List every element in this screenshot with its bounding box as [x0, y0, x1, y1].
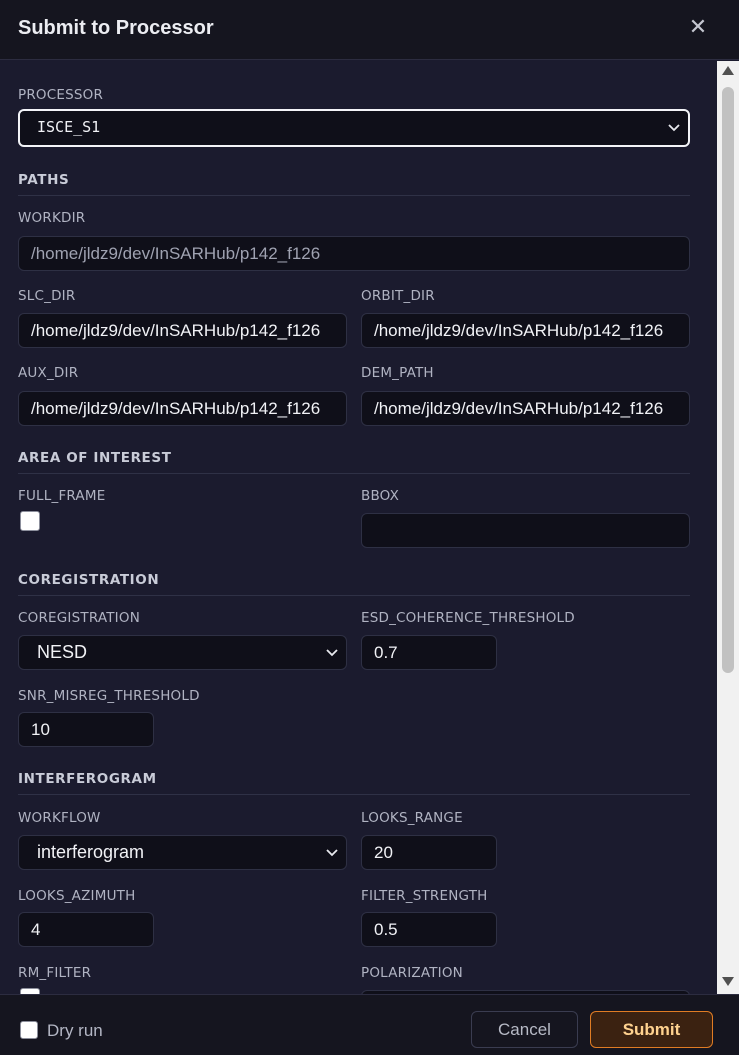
looks-azimuth-label: LOOKS_AZIMUTH [18, 888, 136, 904]
scrollbar[interactable] [717, 61, 739, 994]
section-divider [18, 794, 690, 795]
full-frame-checkbox[interactable] [20, 511, 40, 531]
workflow-select[interactable]: interferogram [18, 835, 347, 870]
workflow-select-value: interferogram [37, 842, 145, 862]
scroll-down-icon[interactable] [722, 977, 734, 986]
dry-run-checkbox[interactable] [20, 1021, 38, 1039]
chevron-down-icon [326, 649, 338, 657]
section-paths-heading: PATHS [18, 172, 70, 188]
dry-run-label: Dry run [47, 1021, 103, 1040]
scrollbar-thumb[interactable] [722, 87, 734, 673]
processor-label: PROCESSOR [18, 87, 104, 103]
coregistration-select[interactable]: NESD [18, 635, 347, 670]
aux-dir-label: AUX_DIR [18, 365, 79, 381]
bbox-input[interactable] [361, 513, 690, 548]
esd-coherence-label: ESD_COHERENCE_THRESHOLD [361, 610, 575, 626]
dem-path-label: DEM_PATH [361, 365, 434, 381]
chevron-down-icon [668, 124, 680, 132]
section-ifg-heading: INTERFEROGRAM [18, 771, 157, 787]
submit-button[interactable]: Submit [590, 1011, 713, 1048]
processor-select[interactable]: ISCE_S1 [18, 109, 690, 147]
chevron-down-icon [326, 849, 338, 857]
section-coreg-heading: COREGISTRATION [18, 572, 160, 588]
section-aoi-heading: AREA OF INTEREST [18, 450, 172, 466]
close-icon[interactable]: ✕ [686, 14, 710, 42]
filter-strength-label: FILTER_STRENGTH [361, 888, 488, 904]
slc-dir-input[interactable]: /home/jldz9/dev/InSARHub/p142_f126 [18, 313, 347, 348]
section-divider [18, 195, 690, 196]
dialog-title: Submit to Processor [18, 17, 214, 39]
dialog-header: Submit to Processor ✕ [0, 0, 739, 60]
workdir-input[interactable]: /home/jldz9/dev/InSARHub/p142_f126 [18, 236, 690, 271]
dem-path-input[interactable]: /home/jldz9/dev/InSARHub/p142_f126 [361, 391, 690, 426]
looks-range-input[interactable]: 20 [361, 835, 497, 870]
dialog-body: PROCESSOR ISCE_S1 PATHS WORKDIR /home/jl… [0, 61, 717, 994]
bbox-label: BBOX [361, 488, 400, 504]
looks-azimuth-input[interactable]: 4 [18, 912, 154, 947]
esd-coherence-input[interactable]: 0.7 [361, 635, 497, 670]
aux-dir-input[interactable]: /home/jldz9/dev/InSARHub/p142_f126 [18, 391, 347, 426]
orbit-dir-label: ORBIT_DIR [361, 288, 435, 304]
coregistration-label: COREGISTRATION [18, 610, 140, 626]
processor-select-value: ISCE_S1 [37, 118, 101, 136]
looks-range-label: LOOKS_RANGE [361, 810, 463, 826]
orbit-dir-input[interactable]: /home/jldz9/dev/InSARHub/p142_f126 [361, 313, 690, 348]
filter-strength-input[interactable]: 0.5 [361, 912, 497, 947]
coregistration-select-value: NESD [37, 642, 88, 662]
section-divider [18, 473, 690, 474]
dialog-footer: Dry run Cancel Submit [0, 994, 739, 1055]
section-divider [18, 595, 690, 596]
workflow-label: WORKFLOW [18, 810, 101, 826]
slc-dir-label: SLC_DIR [18, 288, 76, 304]
snr-misreg-label: SNR_MISREG_THRESHOLD [18, 688, 200, 704]
workdir-label: WORKDIR [18, 210, 86, 226]
rm-filter-label: RM_FILTER [18, 965, 92, 981]
scroll-up-icon[interactable] [722, 66, 734, 75]
full-frame-label: FULL_FRAME [18, 488, 106, 504]
cancel-button[interactable]: Cancel [471, 1011, 578, 1048]
polarization-label: POLARIZATION [361, 965, 463, 981]
snr-misreg-input[interactable]: 10 [18, 712, 154, 747]
submit-dialog: Submit to Processor ✕ PROCESSOR ISCE_S1 … [0, 0, 739, 1055]
